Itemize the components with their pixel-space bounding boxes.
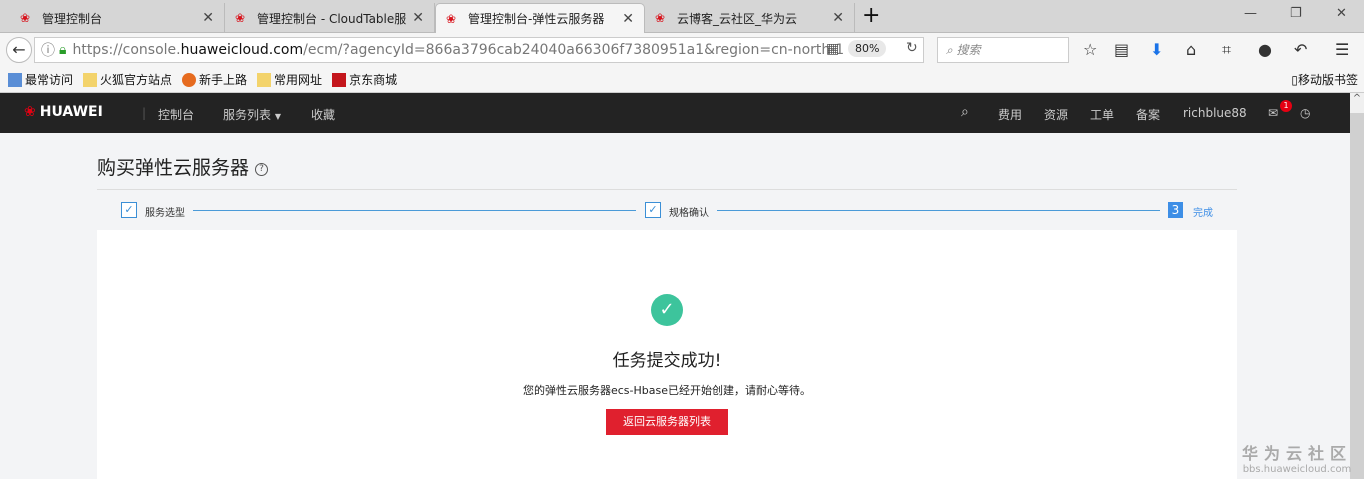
search-input[interactable]: ⌕ 搜索: [937, 37, 1069, 63]
huawei-logo[interactable]: ❀ HUAWEI: [24, 104, 103, 120]
bookmark[interactable]: 最常访问: [8, 71, 73, 88]
browser-tab[interactable]: ❀ 云博客_云社区_华为云 ✕: [645, 3, 855, 33]
bookmark[interactable]: 京东商城: [332, 71, 397, 88]
check-icon: ✓: [121, 202, 137, 218]
restore-button[interactable]: ❐: [1290, 6, 1302, 21]
nav-service-list[interactable]: 服务列表 ▼: [223, 106, 281, 123]
check-icon: ✓: [645, 202, 661, 218]
success-check-icon: ✓: [651, 294, 683, 326]
huawei-logo-icon: ❀: [235, 11, 246, 25]
browser-tab-active[interactable]: ❀ 管理控制台-弹性云服务器 ✕: [435, 3, 645, 33]
firefox-icon: [182, 73, 197, 87]
watermark: 华为云社区 bbs.huaweicloud.com: [1242, 444, 1353, 475]
clock-icon[interactable]: ◷: [1300, 106, 1310, 120]
back-to-server-list-button[interactable]: 返回云服务器列表: [606, 409, 728, 435]
success-title: 任务提交成功!: [612, 351, 722, 371]
url-bar[interactable]: ⓘ 🔒︎ https://console. huaweicloud.com/ecm/?…: [34, 37, 924, 63]
minimize-button[interactable]: —: [1244, 6, 1257, 21]
star-icon[interactable]: ☆: [1083, 40, 1097, 59]
menu-icon[interactable]: ☰: [1335, 40, 1349, 59]
step-connector: [193, 210, 636, 211]
nav-tickets[interactable]: 工单: [1090, 106, 1114, 123]
mobile-bookmarks[interactable]: ▯移动版书签: [1291, 71, 1358, 88]
result-card: ✓ 任务提交成功! 您的弹性云服务器ecs-Hbase已经开始创建，请耐心等待。…: [97, 230, 1237, 479]
jd-icon: [332, 73, 347, 87]
scroll-up-icon[interactable]: ^: [1350, 93, 1364, 113]
back-button[interactable]: ←: [6, 37, 32, 63]
tab-bar: ❀ 管理控制台 ✕ ❀ 管理控制台 - CloudTable服 ✕ ❀ 管理控制台-弹性云…: [0, 0, 1364, 33]
bookmark[interactable]: 常用网址: [257, 71, 322, 88]
reading-list-icon[interactable]: ▤: [1114, 40, 1129, 59]
step-label: 完成: [1193, 208, 1213, 219]
lock-icon: 🔒︎: [59, 42, 67, 58]
close-icon[interactable]: ✕: [832, 10, 844, 26]
bookmark[interactable]: 火狐官方站点: [83, 71, 172, 88]
search-icon: ⌕: [946, 43, 957, 57]
nav-console[interactable]: 控制台: [158, 106, 194, 123]
bookmark[interactable]: 新手上路: [182, 71, 247, 88]
close-icon[interactable]: ✕: [412, 10, 424, 26]
huawei-logo-icon: ❀: [20, 11, 31, 25]
close-icon[interactable]: ✕: [622, 11, 634, 27]
user-menu[interactable]: richblue88: [1183, 106, 1247, 120]
folder-icon: [83, 73, 98, 87]
message-icon[interactable]: ✉: [1268, 106, 1278, 120]
new-tab-button[interactable]: +: [862, 3, 880, 28]
browser-tab[interactable]: ❀ 管理控制台 - CloudTable服 ✕: [225, 3, 435, 33]
divider: [97, 189, 1237, 190]
browser-tab[interactable]: ❀ 管理控制台 ✕: [10, 3, 225, 33]
huawei-flower-icon: ❀: [24, 104, 36, 120]
close-icon[interactable]: ✕: [202, 10, 214, 26]
qr-code-icon[interactable]: ▦: [826, 41, 839, 57]
console-header: ❀ HUAWEI | 控制台 服务列表 ▼ 收藏 ⌕ 费用 资源 工单 备案 ri…: [0, 93, 1350, 133]
huawei-logo-icon: ❀: [446, 11, 457, 26]
info-icon: ⓘ: [41, 43, 55, 59]
nav-billing[interactable]: 费用: [998, 106, 1022, 123]
close-window-button[interactable]: ✕: [1336, 6, 1347, 21]
chat-icon[interactable]: ●: [1258, 40, 1272, 59]
message-badge: 1: [1280, 100, 1292, 112]
zoom-level[interactable]: 80%: [848, 40, 887, 57]
bookmark-icon: [8, 73, 22, 87]
step-label: 服务选型: [145, 208, 185, 219]
huawei-logo-icon: ❀: [655, 11, 666, 25]
reload-icon[interactable]: ↻: [906, 40, 918, 56]
search-icon[interactable]: ⌕: [961, 104, 969, 120]
step-number: 3: [1168, 202, 1183, 218]
folder-icon: [257, 73, 272, 87]
nav-resources[interactable]: 资源: [1044, 106, 1068, 123]
step-connector: [717, 210, 1160, 211]
success-message: 您的弹性云服务器ecs-Hbase已经开始创建，请耐心等待。: [522, 384, 811, 397]
nav-filing[interactable]: 备案: [1136, 106, 1160, 123]
progress-steps: ✓ 服务选型 ✓ 规格确认 3 完成: [97, 200, 1237, 220]
scrollbar[interactable]: ^: [1350, 93, 1364, 479]
bookmarks-bar: 最常访问 火狐官方站点 新手上路 常用网址 京东商城 ▯移动版书签: [0, 66, 1364, 93]
home-icon[interactable]: ⌂: [1186, 40, 1196, 59]
undo-icon[interactable]: ↶: [1294, 40, 1307, 59]
nav-favorites[interactable]: 收藏: [311, 106, 335, 123]
page-title: 购买弹性云服务器?: [97, 153, 269, 180]
crop-icon[interactable]: ⌗: [1222, 40, 1231, 60]
phone-icon: ▯: [1291, 72, 1298, 87]
chevron-down-icon: ▼: [274, 112, 281, 121]
step-label: 规格确认: [669, 208, 709, 219]
help-icon[interactable]: ?: [255, 163, 269, 176]
download-icon[interactable]: ⬇: [1150, 40, 1163, 59]
